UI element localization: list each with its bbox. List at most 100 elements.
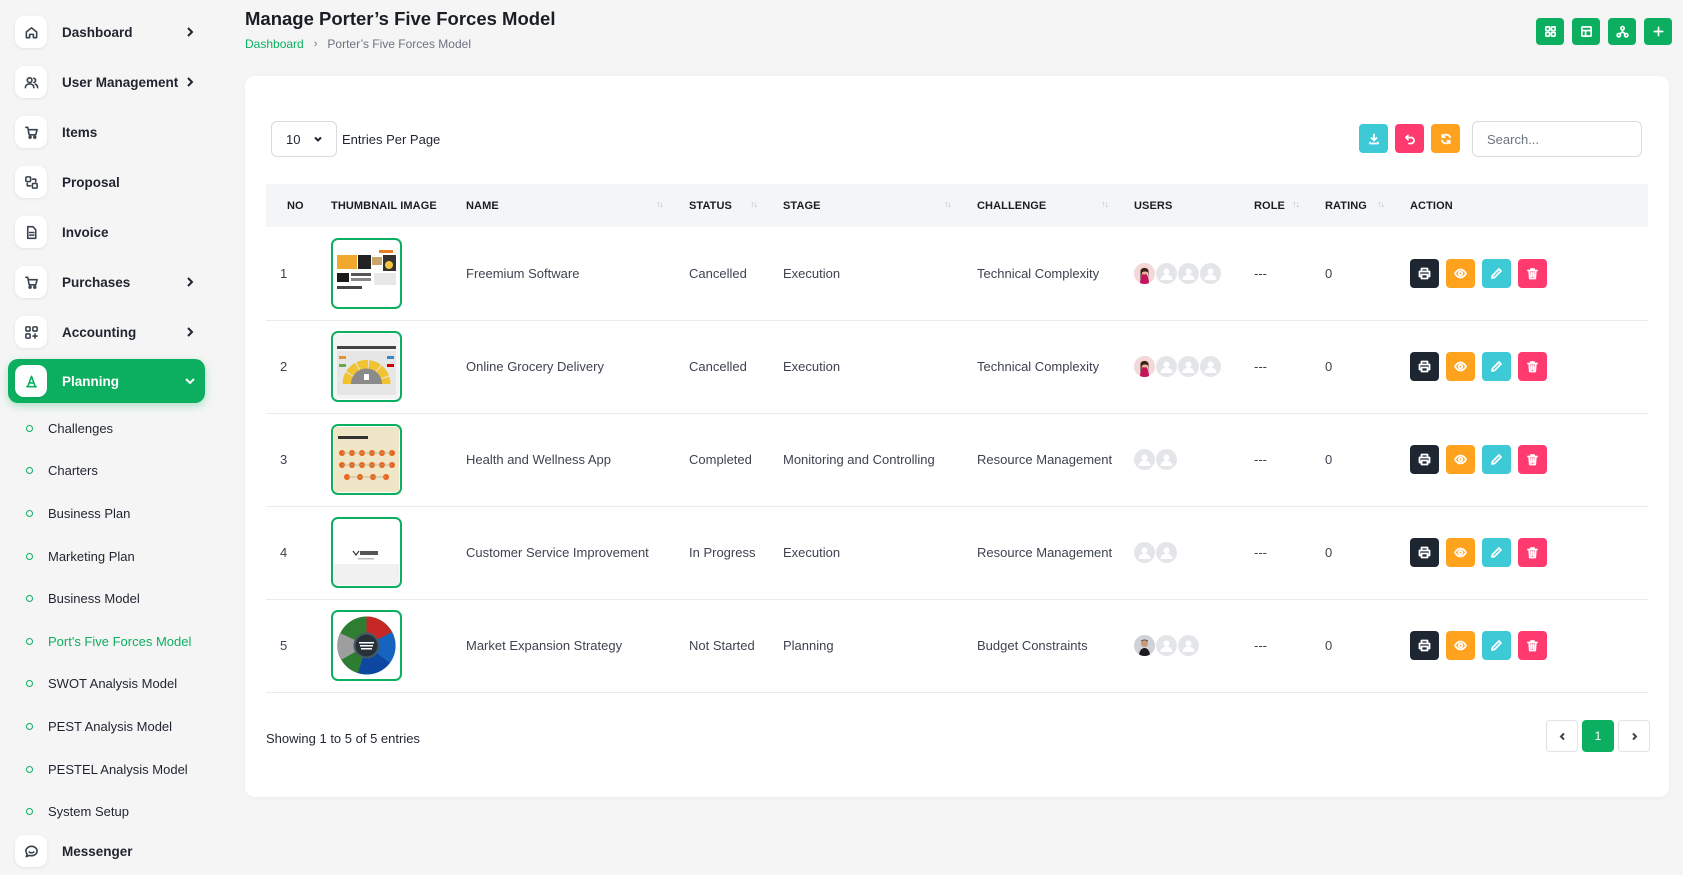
- cell-thumbnail: [317, 413, 452, 506]
- network-thumbnail[interactable]: [331, 424, 402, 495]
- edit-button[interactable]: [1482, 538, 1511, 567]
- print-button[interactable]: [1410, 352, 1439, 381]
- print-button[interactable]: [1410, 538, 1439, 567]
- sidebar-subitem-porters-five-forces[interactable]: Port's Five Forces Model: [26, 620, 213, 663]
- breadcrumb-separator-icon: ›: [313, 38, 318, 50]
- delete-button[interactable]: [1518, 258, 1547, 288]
- wheel-thumbnail[interactable]: [331, 610, 402, 681]
- sort-icon[interactable]: ↑↓: [750, 199, 758, 209]
- view-button[interactable]: [1446, 258, 1475, 288]
- view-button[interactable]: [1446, 352, 1475, 381]
- avatar-placeholder[interactable]: [1200, 356, 1221, 377]
- edit-icon: [1491, 454, 1502, 465]
- edit-button[interactable]: [1482, 445, 1511, 474]
- avatar-placeholder[interactable]: [1156, 542, 1177, 563]
- avatar[interactable]: [1134, 356, 1155, 377]
- avatar[interactable]: [1134, 635, 1155, 656]
- sidebar-item-dashboard[interactable]: Dashboard: [8, 9, 205, 55]
- sidebar-item-invoice[interactable]: Invoice: [8, 209, 205, 255]
- delete-button[interactable]: [1518, 631, 1547, 660]
- table-row: 5 Market Expansion Strategy Not Started …: [266, 599, 1648, 692]
- add-button[interactable]: [1644, 18, 1672, 45]
- print-button[interactable]: [1410, 445, 1439, 474]
- hierarchy-view-button[interactable]: [1608, 18, 1636, 45]
- sidebar-subitem-pestel[interactable]: PESTEL Analysis Model: [26, 748, 213, 791]
- sidebar-item-accounting[interactable]: Accounting: [8, 309, 205, 355]
- avatar-placeholder[interactable]: [1200, 262, 1221, 284]
- sort-icon[interactable]: ↑↓: [1377, 199, 1385, 209]
- cell-status: Cancelled: [689, 359, 747, 374]
- avatar[interactable]: [1134, 262, 1155, 284]
- breadcrumb-home-link[interactable]: Dashboard: [245, 37, 304, 51]
- gauge-thumbnail[interactable]: [331, 331, 402, 402]
- prev-page-button[interactable]: [1546, 720, 1578, 752]
- sort-icon[interactable]: ↑↓: [656, 199, 664, 209]
- sort-icon[interactable]: ↑↓: [944, 199, 952, 209]
- sidebar-item-items[interactable]: Items: [8, 109, 205, 155]
- cell-status: Completed: [689, 452, 752, 467]
- sidebar-subitem-swot[interactable]: SWOT Analysis Model: [26, 663, 213, 706]
- avatar-placeholder[interactable]: [1134, 449, 1155, 470]
- sidebar-subitem-pest[interactable]: PEST Analysis Model: [26, 705, 213, 748]
- sort-icon[interactable]: ↑↓: [1292, 199, 1300, 209]
- sidebar-item-label: Dashboard: [62, 24, 133, 40]
- delete-button[interactable]: [1518, 538, 1547, 567]
- page-button-1[interactable]: 1: [1582, 720, 1614, 752]
- avatar-placeholder[interactable]: [1156, 635, 1177, 656]
- sidebar-subitem-challenges[interactable]: Challenges: [26, 407, 213, 450]
- column-header-name[interactable]: NAME ↑↓: [452, 184, 675, 227]
- avatar-placeholder[interactable]: [1156, 449, 1177, 470]
- cell-no: 4: [280, 545, 288, 560]
- sidebar-item-planning[interactable]: Planning: [8, 359, 205, 403]
- view-button[interactable]: [1446, 445, 1475, 474]
- table-row: 3 Health and Wellness App Completed Moni…: [266, 413, 1648, 506]
- print-button[interactable]: [1410, 631, 1439, 660]
- delete-button[interactable]: [1518, 352, 1547, 381]
- edit-icon: [1491, 361, 1502, 372]
- delete-button[interactable]: [1518, 445, 1547, 474]
- column-header-role[interactable]: ROLE ↑↓: [1240, 184, 1311, 227]
- sidebar-subitem-business-model[interactable]: Business Model: [26, 577, 213, 620]
- sidebar-item-label: User Management: [62, 74, 179, 90]
- bullet-icon: [26, 424, 33, 432]
- avatar-placeholder[interactable]: [1156, 356, 1177, 377]
- sidebar-item-messenger[interactable]: Messenger: [8, 828, 205, 874]
- sidebar-subitem-marketing-plan[interactable]: Marketing Plan: [26, 535, 213, 578]
- chat-icon: [15, 835, 47, 867]
- next-page-button[interactable]: [1618, 720, 1650, 752]
- presentation-thumbnail[interactable]: [331, 237, 402, 309]
- avatar-placeholder[interactable]: [1134, 542, 1155, 563]
- export-button[interactable]: [1359, 124, 1388, 153]
- sidebar-item-label: Accounting: [62, 324, 137, 340]
- sidebar-item-proposal[interactable]: Proposal: [8, 159, 205, 205]
- avatar-placeholder[interactable]: [1178, 356, 1199, 377]
- avatar-placeholder[interactable]: [1156, 262, 1177, 284]
- avatar-placeholder[interactable]: [1178, 262, 1199, 284]
- reload-button[interactable]: [1431, 124, 1460, 153]
- edit-button[interactable]: [1482, 631, 1511, 660]
- view-button[interactable]: [1446, 631, 1475, 660]
- column-header-challenge[interactable]: CHALLENGE ↑↓: [963, 184, 1120, 227]
- search-input[interactable]: [1472, 121, 1642, 157]
- edit-button[interactable]: [1482, 352, 1511, 381]
- sidebar-subitem-system-setup[interactable]: System Setup: [26, 790, 213, 833]
- avatar-placeholder[interactable]: [1178, 635, 1199, 656]
- reset-button[interactable]: [1395, 124, 1424, 153]
- entries-select[interactable]: 10: [271, 121, 337, 157]
- column-header-stage[interactable]: STAGE ↑↓: [769, 184, 963, 227]
- logo-thumbnail[interactable]: [331, 517, 402, 588]
- edit-button[interactable]: [1482, 258, 1511, 288]
- column-header-rating[interactable]: RATING ↑↓: [1311, 184, 1396, 227]
- view-button[interactable]: [1446, 538, 1475, 567]
- grid-view-button[interactable]: [1536, 18, 1564, 45]
- sort-icon[interactable]: ↑↓: [1101, 199, 1109, 209]
- sidebar-subitem-business-plan[interactable]: Business Plan: [26, 492, 213, 535]
- table-header-row: NO THUMBNAIL IMAGE NAME ↑↓ STATUS ↑↓ STAGE…: [266, 184, 1648, 227]
- sidebar-item-user-management[interactable]: User Management: [8, 59, 205, 105]
- sidebar-subitem-charters[interactable]: Charters: [26, 450, 213, 493]
- sidebar-item-purchases[interactable]: Purchases: [8, 259, 205, 305]
- column-header-status[interactable]: STATUS ↑↓: [675, 184, 769, 227]
- trash-icon: [1527, 547, 1538, 559]
- table-view-button[interactable]: [1572, 18, 1600, 45]
- print-button[interactable]: [1410, 258, 1439, 288]
